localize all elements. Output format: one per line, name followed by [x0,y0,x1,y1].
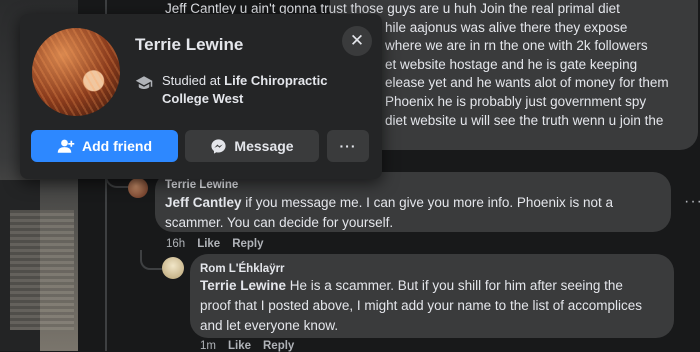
profile-avatar[interactable] [32,28,120,116]
profile-avatar-image [32,28,120,116]
add-friend-button[interactable]: Add friend [31,130,178,162]
education-prefix: Studied at [162,73,225,88]
more-options-button[interactable]: ··· [327,130,369,162]
comment-author[interactable]: Terrie Lewine [165,179,238,191]
comment-author[interactable]: Rom L'Éhklaÿrr [200,263,285,275]
comment-text: Jeff Cantley if you message me. I can gi… [165,193,625,233]
comment-more-button[interactable]: ··· [684,193,700,211]
thread-connector-nested [140,250,162,270]
comment-timestamp[interactable]: 16h [166,238,185,250]
graduation-cap-icon [135,76,153,89]
profile-name[interactable]: Terrie Lewine [135,35,243,55]
like-button[interactable]: Like [197,238,220,250]
avatar[interactable] [162,257,184,279]
message-label: Message [234,138,294,154]
comment-mention[interactable]: Jeff Cantley [165,195,242,210]
add-person-icon [57,139,75,153]
close-icon[interactable]: ✕ [342,26,372,56]
background-document-image [10,210,74,330]
like-button[interactable]: Like [228,340,251,352]
add-friend-label: Add friend [82,138,152,154]
comment-text: Terrie Lewine He is a scammer. But if yo… [200,276,655,336]
avatar[interactable] [128,178,148,198]
comment-actions: 1m Like Reply [200,340,306,352]
messenger-icon [211,138,227,154]
profile-education: Studied at Life Chiropractic College Wes… [162,72,372,108]
reply-button[interactable]: Reply [232,238,263,250]
reply-button[interactable]: Reply [263,340,294,352]
comment-timestamp[interactable]: 1m [200,340,216,352]
comment-mention[interactable]: Terrie Lewine [200,278,286,293]
message-button[interactable]: Message [185,130,319,162]
comment-actions: 16h Like Reply [166,238,276,250]
profile-hover-card: Terrie Lewine ✕ Studied at Life Chiropra… [20,14,382,179]
